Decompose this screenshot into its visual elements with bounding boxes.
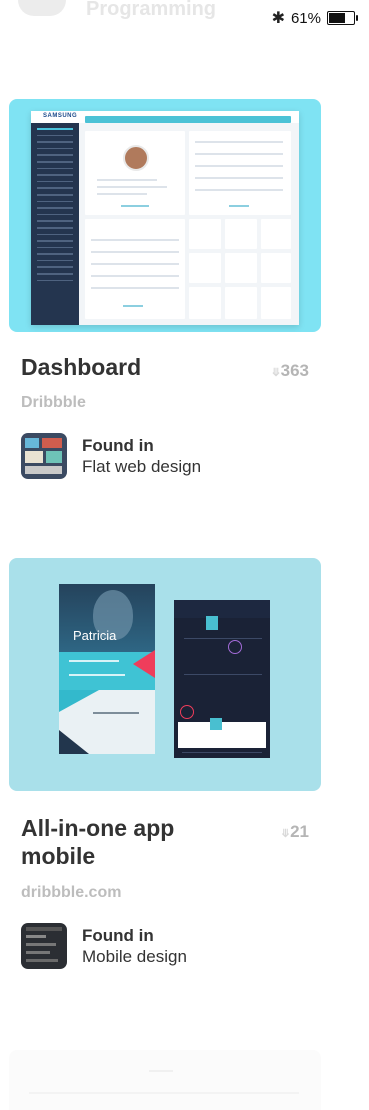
bluetooth-icon: ✱ [271,10,285,27]
pin-count: ⤋21 [280,822,309,841]
phone-screen-profile: Patricia [59,584,155,754]
board-name[interactable]: Flat web design [82,456,201,477]
found-in-label: Found in [82,925,154,945]
board-thumbnail [21,433,67,479]
pin-title[interactable]: All-in-one app mobile [21,814,174,870]
pin-source[interactable]: dribbble.com [21,884,121,902]
battery-icon [327,11,358,25]
battery-percent: 61% [290,9,321,27]
pin-icon: ⤋ [271,367,281,379]
dashboard-sidebar [31,123,79,325]
found-in-board[interactable]: Found in Flat web design [21,433,201,479]
status-bar: ✱ 61% [271,8,358,28]
pin-title[interactable]: Dashboard [21,353,141,381]
pin-count: ⤋363 [271,361,309,380]
dashboard-mockup: SAMSUNG [31,111,299,325]
pin-icon: ⤋ [280,828,291,840]
board-name[interactable]: Mobile design [82,946,187,967]
found-in-board[interactable]: Found in Mobile design [21,923,187,969]
board-thumbnail [21,923,67,969]
pin-image-mobile[interactable]: Patricia [9,558,321,791]
samsung-logo: SAMSUNG [43,113,78,119]
faded-title: Programming [86,0,217,20]
pin-image-dashboard[interactable]: SAMSUNG [9,99,321,332]
pin-source[interactable]: Dribbble [21,394,86,412]
next-pin-placeholder [9,1050,321,1110]
faded-thumbnail [18,0,66,16]
found-in-label: Found in [82,435,154,455]
phone-screen-calendar [174,600,270,758]
profile-name: Patricia [73,628,117,643]
